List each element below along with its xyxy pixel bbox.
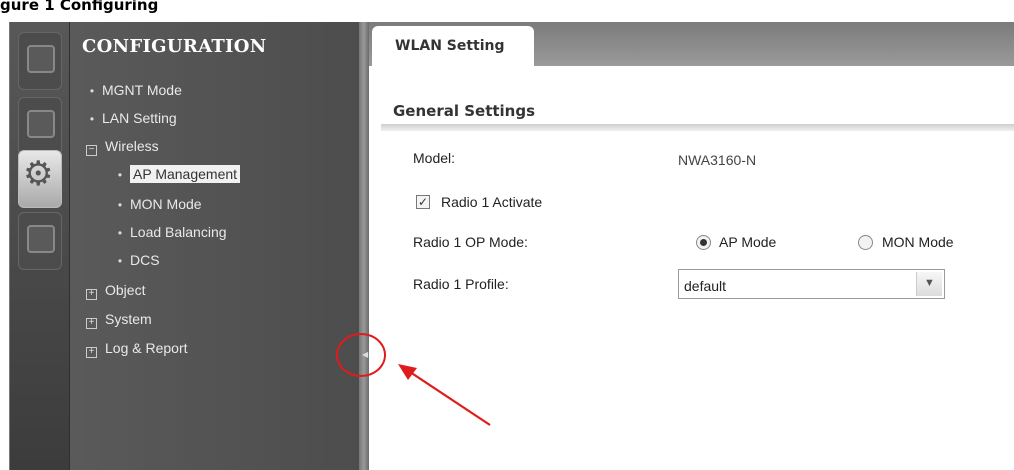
ap-mode-radio[interactable] [696,235,711,250]
nav-item-ap-management[interactable]: • AP Management [110,164,241,184]
op-mode-label: Radio 1 OP Mode: [413,234,528,250]
nav-item-label: AP Management [130,165,241,183]
chevron-down-icon[interactable]: ▼ [916,272,942,296]
plus-box-icon[interactable]: + [86,289,97,300]
navigation-panel: CONFIGURATION • MGNT Mode • LAN Setting − W… [69,22,359,470]
maintenance-icon[interactable] [18,212,62,270]
tab-wlan-setting[interactable]: WLAN Setting [372,26,534,66]
bullet-icon: • [89,84,95,98]
ap-mode-label: AP Mode [719,234,777,250]
nav-item-label: Load Balancing [130,224,227,240]
profile-select-value: default [684,278,727,294]
radio1-activate-label: Radio 1 Activate [441,194,543,210]
nav-item-label: DCS [130,252,160,268]
radio1-activate-checkbox[interactable]: ✓ [416,195,430,209]
nav-item-lan-setting[interactable]: • LAN Setting [82,108,177,128]
plus-box-icon[interactable]: + [86,347,97,358]
nav-item-mon-mode[interactable]: • MON Mode [110,194,202,214]
nav-item-label: Object [105,282,146,298]
nav-title: CONFIGURATION [82,36,267,57]
gear-icon[interactable]: ⚙ [18,150,62,208]
figure-caption: gure 1 Configuring [0,0,159,14]
nav-item-mgnt-mode[interactable]: • MGNT Mode [82,80,182,100]
icon-rail: ⚙ [9,22,69,470]
plus-box-icon[interactable]: + [86,318,97,329]
bullet-icon: • [117,198,123,212]
tab-bar: WLAN Setting [369,22,1014,66]
model-label: Model: [413,150,456,166]
callout-arrow [398,364,491,426]
model-value: NWA3160-N [678,152,757,168]
nav-item-label: System [105,311,152,327]
minus-box-icon[interactable]: − [86,145,97,156]
callout-circle [336,333,386,377]
bullet-icon: • [117,254,123,268]
nav-item-dcs[interactable]: • DCS [110,250,160,270]
monitor-icon[interactable] [18,32,62,90]
nav-item-label: Log & Report [105,340,188,356]
nav-item-object[interactable]: + Object [84,280,145,300]
profile-label: Radio 1 Profile: [413,276,509,292]
nav-item-label: LAN Setting [102,110,177,126]
nav-item-label: MON Mode [130,196,202,212]
nav-item-wireless[interactable]: − Wireless [84,136,159,156]
profile-select[interactable]: default ▼ [678,269,945,299]
nav-item-label: Wireless [105,138,159,154]
section-title: General Settings [393,102,536,120]
nav-item-log-report[interactable]: + Log & Report [84,338,188,358]
section-divider [381,124,1014,131]
mon-mode-radio[interactable] [858,235,873,250]
bullet-icon: • [89,112,95,126]
bullet-icon: • [117,226,123,240]
mon-mode-label: MON Mode [882,234,954,250]
nav-item-label: MGNT Mode [102,82,182,98]
screen-icon[interactable] [18,97,62,155]
nav-item-load-balancing[interactable]: • Load Balancing [110,222,227,242]
panel-splitter[interactable] [359,22,369,470]
nav-item-system[interactable]: + System [84,309,152,329]
bullet-icon: • [117,168,123,182]
